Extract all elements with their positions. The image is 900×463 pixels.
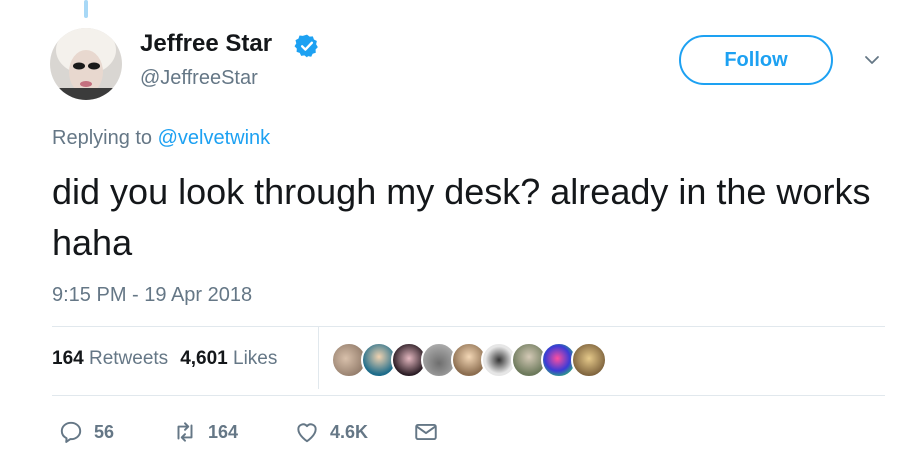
reply-mention-link[interactable]: @velvetwink [158,127,271,149]
thread-line [84,0,88,18]
heart-icon [297,423,317,443]
tweet-text: did you look through my desk? already in… [52,171,871,263]
retweets-count: 164 [52,348,84,369]
verified-badge-icon [294,34,318,58]
retweet-count: 164 [208,421,239,442]
likes-count: 4,601 [180,348,228,369]
retweets-label: Retweets [88,348,169,369]
chevron-down-icon[interactable] [862,50,882,70]
reply-action[interactable]: 56 [58,418,114,446]
liker-avatar[interactable] [571,342,607,378]
replying-prefix: Replying to [52,127,158,149]
divider-bottom [52,395,885,396]
replying-to: Replying to @velvetwink [52,127,270,150]
like-count: 4.6K [330,421,369,442]
tweet-timestamp[interactable]: 9:15 PM - 19 Apr 2018 [52,284,252,307]
likes-label: Likes [233,348,278,369]
retweet-icon [177,422,193,442]
reply-icon [60,421,82,443]
author-handle[interactable]: @JeffreeStar [140,67,258,90]
direct-message-action[interactable] [413,418,439,446]
likes-stat[interactable]: 4,601 Likes [180,348,277,369]
retweets-stat[interactable]: 164 Retweets [52,348,168,369]
reply-count: 56 [94,421,115,442]
divider-top [52,326,885,327]
avatar[interactable] [50,28,122,100]
retweet-action[interactable]: 164 [172,418,238,446]
author-name[interactable]: Jeffree Star [140,30,272,58]
stats-separator [318,327,319,389]
follow-button[interactable]: Follow [679,35,833,85]
engagement-stats: 164 Retweets 4,601 Likes [52,348,277,370]
envelope-icon [415,423,437,441]
like-action[interactable]: 4.6K [294,418,368,446]
